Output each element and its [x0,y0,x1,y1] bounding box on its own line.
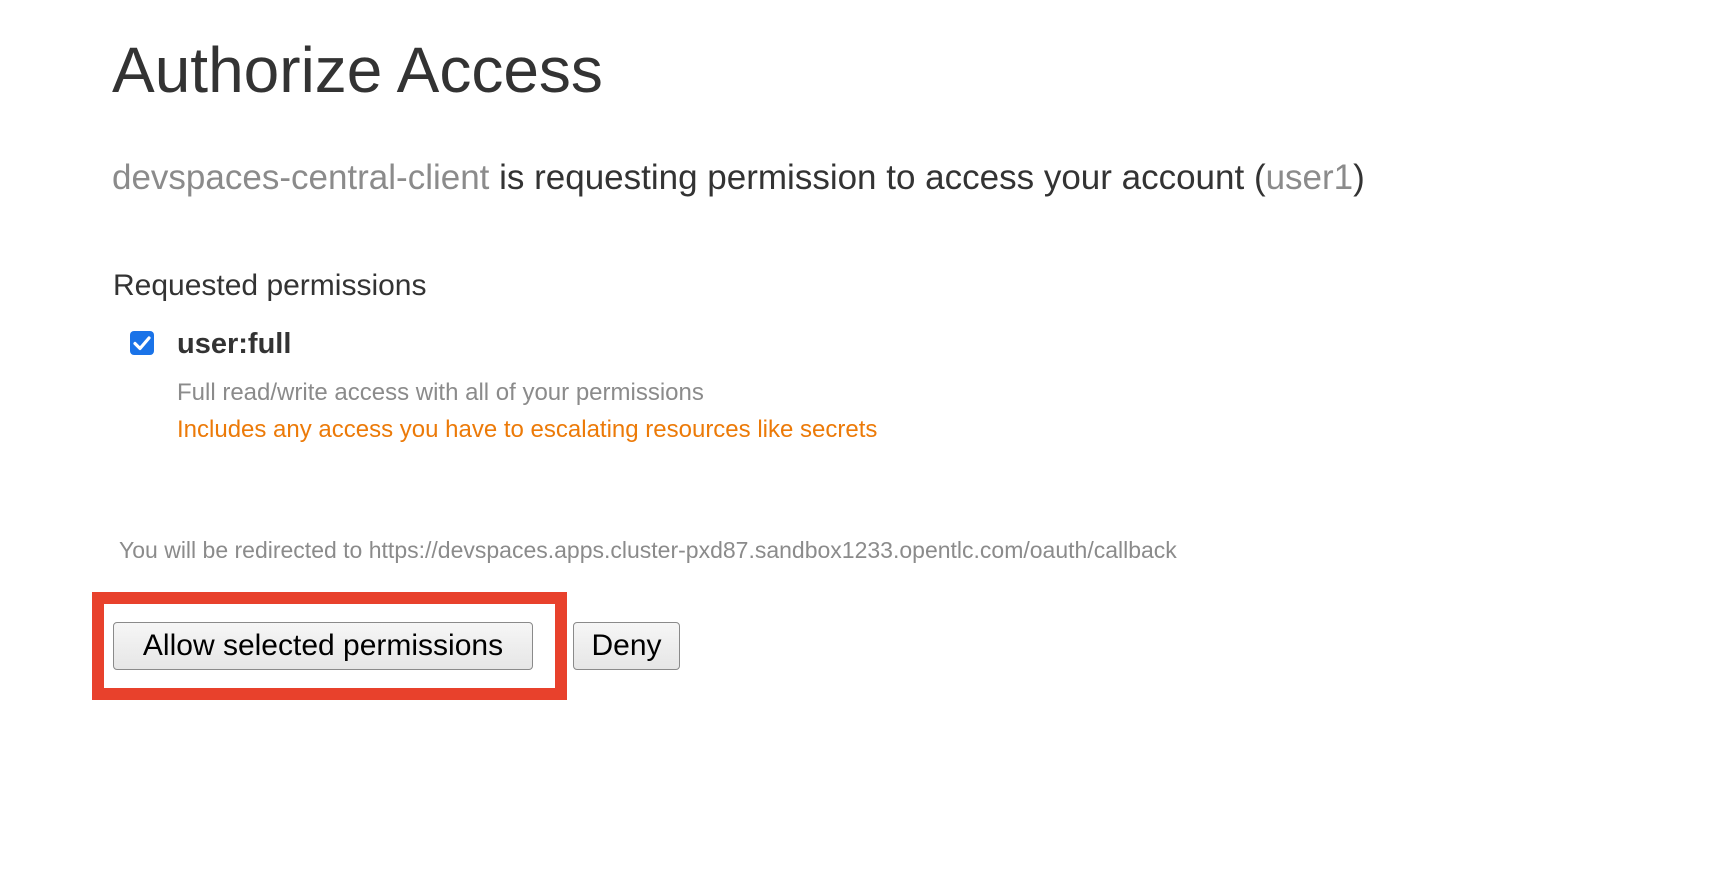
request-message: devspaces-central-client is requesting p… [112,156,1365,200]
authorize-page: Authorize Access devspaces-central-clien… [0,0,1730,880]
request-closing: ) [1353,158,1365,197]
allow-permissions-button[interactable]: Allow selected permissions [113,622,533,670]
permissions-heading: Requested permissions [113,269,427,302]
checkmark-icon [133,336,151,351]
redirect-note: You will be redirected to https://devspa… [119,537,1177,563]
page-title: Authorize Access [112,34,603,106]
deny-button[interactable]: Deny [573,622,680,670]
permission-warning: Includes any access you have to escalati… [177,416,878,443]
client-name: devspaces-central-client [112,158,490,197]
permission-name[interactable]: user:full [177,326,291,362]
permission-description: Full read/write access with all of your … [177,379,704,406]
account-username: user1 [1265,158,1354,197]
request-text: is requesting permission to access your … [489,158,1266,197]
permission-checkbox[interactable] [130,331,154,355]
